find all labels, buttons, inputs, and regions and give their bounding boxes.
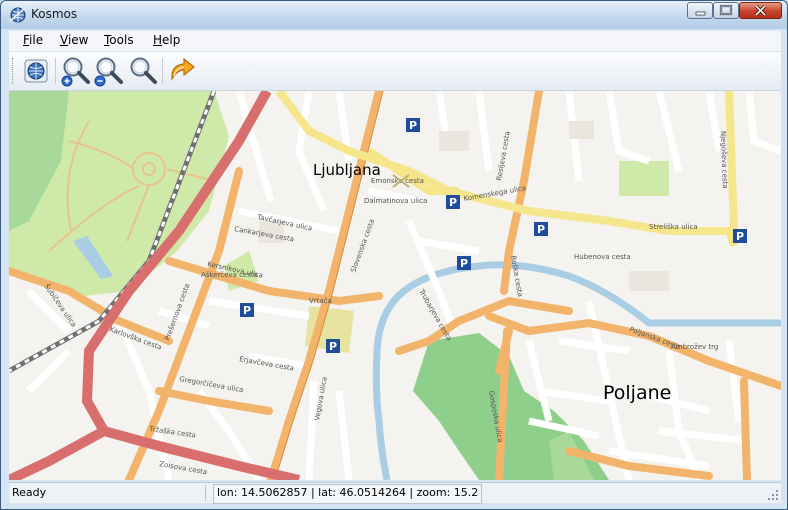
resize-grip-icon[interactable] <box>768 490 778 500</box>
parking-marker[interactable]: P <box>406 118 420 132</box>
street-label: Dalmatinova ulica <box>364 197 427 205</box>
map-view[interactable]: P P P P P P P Slovenska cesta Dalmatinov… <box>9 91 781 480</box>
street-label: Ambrožev trg <box>671 343 718 351</box>
menu-help-label: elp <box>162 33 181 47</box>
menu-view-accel: V <box>60 33 68 47</box>
parking-label: P <box>736 230 744 243</box>
street-label: Hubenova cesta <box>574 253 631 261</box>
zoom-out-icon <box>94 57 123 87</box>
parking-label: P <box>449 196 457 209</box>
parking-label: P <box>243 304 251 317</box>
parking-marker[interactable]: P <box>240 303 254 317</box>
refresh-arrow-icon <box>171 57 195 82</box>
status-coordinates: lon: 14.5062857 | lat: 46.0514264 | zoom… <box>213 484 483 504</box>
toolbar-grip[interactable] <box>12 58 16 84</box>
menu-file-label: ile <box>29 33 44 47</box>
title-bar[interactable]: Kosmos <box>1 1 787 29</box>
app-window: Kosmos File View Tools Help P P P P P P … <box>0 0 788 510</box>
toolbar <box>9 52 781 91</box>
zoom-in-button[interactable] <box>60 55 90 87</box>
zoom-fit-button[interactable] <box>127 55 157 87</box>
menu-view[interactable]: View <box>60 33 88 47</box>
maximize-icon <box>719 4 733 16</box>
maximize-button[interactable] <box>713 2 739 19</box>
menu-tools-label: ools <box>109 33 134 47</box>
menu-help[interactable]: Help <box>153 33 180 47</box>
globe-icon <box>9 7 26 23</box>
home-button[interactable] <box>21 55 51 87</box>
status-ready: Ready <box>12 486 47 499</box>
menu-help-accel: H <box>153 33 163 47</box>
minimize-icon <box>695 11 706 16</box>
window-title: Kosmos <box>31 7 78 21</box>
status-bar: Ready lon: 14.5062857 | lat: 46.0514264 … <box>9 482 781 504</box>
menu-view-label: iew <box>67 33 89 47</box>
parking-marker[interactable]: P <box>326 339 340 353</box>
menu-tools[interactable]: Tools <box>104 33 134 47</box>
parking-marker[interactable]: P <box>457 256 471 270</box>
minimize-button[interactable] <box>687 2 713 19</box>
parking-marker[interactable]: P <box>534 222 548 236</box>
street-label: Streliška ulica <box>649 223 698 231</box>
close-icon <box>754 4 767 17</box>
toolbar-separator <box>162 58 163 84</box>
street-label: Aškerčeva cesta <box>201 271 258 279</box>
zoom-icon <box>130 57 157 84</box>
city-label: Ljubljana <box>313 161 381 179</box>
menu-bar: File View Tools Help <box>9 31 781 51</box>
parking-marker[interactable]: P <box>446 195 460 209</box>
district-label: Poljane <box>603 382 671 404</box>
parking-label: P <box>537 223 545 236</box>
menu-file[interactable]: File <box>23 33 43 47</box>
toolbar-separator <box>55 58 56 84</box>
map-canvas[interactable]: P P P P P P P Slovenska cesta Dalmatinov… <box>9 91 781 480</box>
close-button[interactable] <box>739 2 782 19</box>
zoom-in-icon <box>61 57 90 87</box>
globe-icon <box>24 59 48 83</box>
park-small <box>619 161 669 196</box>
zoom-out-button[interactable] <box>93 55 123 87</box>
parking-label: P <box>329 340 337 353</box>
parking-marker[interactable]: P <box>733 229 747 243</box>
parking-label: P <box>409 119 417 132</box>
refresh-button[interactable] <box>167 55 197 87</box>
status-separator <box>205 485 206 501</box>
street-label: Vrtača <box>309 297 332 305</box>
parking-label: P <box>460 257 468 270</box>
